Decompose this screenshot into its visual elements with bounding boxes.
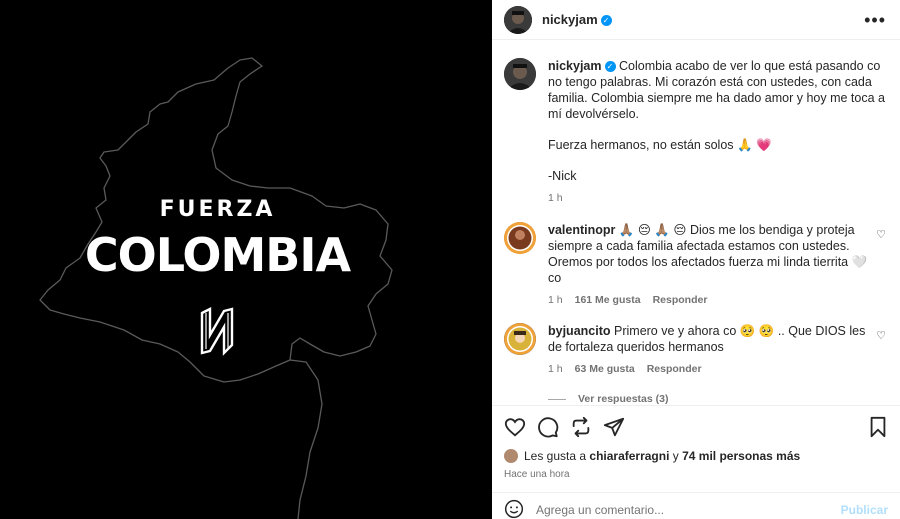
view-replies-label: Ver respuestas (3) xyxy=(578,393,669,404)
comment-like-heart-icon[interactable]: ♡ xyxy=(874,329,888,377)
caption: nickyjam ✓ Colombia acabo de ver lo que e… xyxy=(492,58,900,206)
emoji-icon[interactable] xyxy=(504,499,524,519)
comment-row: valentinopr 🙏🏽 😔 🙏🏽 😔 Dios me los bendig… xyxy=(492,222,900,308)
comments-scroll-area[interactable]: nickyjam ✓ Colombia acabo de ver lo que e… xyxy=(492,41,900,404)
commenter-avatar[interactable] xyxy=(504,222,536,254)
commenter-avatar[interactable] xyxy=(504,323,536,355)
post-header: nickyjam ✓ ••• xyxy=(492,0,900,40)
reply-button[interactable]: Responder xyxy=(647,361,702,377)
caption-author-avatar[interactable] xyxy=(504,58,536,90)
instagram-post-modal: FUERZA COLOMBIA nickyjam ✓ ••• nickyjam … xyxy=(0,0,900,519)
media-title-fuerza: FUERZA xyxy=(159,197,276,222)
repost-icon[interactable] xyxy=(570,416,592,438)
caption-username[interactable]: nickyjam xyxy=(548,59,602,73)
comment-row: byjuancito Primero ve y ahora co 🥺 🥺 .. … xyxy=(492,323,900,377)
verified-badge-icon: ✓ xyxy=(600,15,612,26)
reply-button[interactable]: Responder xyxy=(653,292,708,308)
likes-summary: Les gusta a chiaraferragni y 74 mil pers… xyxy=(504,449,888,463)
comment-likes-count[interactable]: 63 Me gusta xyxy=(575,361,635,377)
avatar-photo-icon xyxy=(504,323,536,355)
comment-time[interactable]: 1 h xyxy=(548,361,563,377)
post-timestamp[interactable]: Hace una hora xyxy=(504,469,570,480)
avatar-photo-icon xyxy=(504,222,536,254)
post-image[interactable]: FUERZA COLOMBIA xyxy=(0,0,492,519)
author-avatar[interactable] xyxy=(504,5,532,34)
post-actions-bar xyxy=(492,405,900,447)
comment-username[interactable]: byjuancito xyxy=(548,324,611,338)
publish-button[interactable]: Publicar xyxy=(841,503,888,519)
nicky-jam-logo-icon xyxy=(200,307,234,356)
likes-count[interactable]: 74 mil personas más xyxy=(682,449,800,463)
comment-composer: Publicar xyxy=(492,492,900,519)
avatar-photo-icon xyxy=(504,5,532,34)
comment-time[interactable]: 1 h xyxy=(548,292,563,308)
comment-meta: 1 h 63 Me gusta Responder xyxy=(548,361,874,377)
caption-time[interactable]: 1 h xyxy=(548,190,563,206)
liker-username[interactable]: chiaraferragni xyxy=(589,449,669,463)
view-replies-button[interactable]: Ver respuestas (3) xyxy=(492,393,900,404)
comment-username[interactable]: valentinopr xyxy=(548,223,615,237)
comment-text-block: valentinopr 🙏🏽 😔 🙏🏽 😔 Dios me los bendig… xyxy=(548,222,874,286)
caption-paragraph-2: Fuerza hermanos, no están solos 🙏 💗 xyxy=(548,138,772,152)
avatar-photo-icon xyxy=(504,58,536,90)
like-heart-icon[interactable] xyxy=(504,416,526,438)
likes-middle: y xyxy=(672,449,679,463)
comment-text-block: byjuancito Primero ve y ahora co 🥺 🥺 .. … xyxy=(548,323,874,355)
comment-likes-count[interactable]: 161 Me gusta xyxy=(575,292,641,308)
caption-meta: 1 h xyxy=(548,190,888,206)
share-paper-plane-icon[interactable] xyxy=(603,416,625,438)
comment-input[interactable] xyxy=(536,501,841,519)
more-options-icon[interactable]: ••• xyxy=(864,11,886,29)
header-username[interactable]: nickyjam ✓ xyxy=(542,12,612,27)
caption-text-block: nickyjam ✓ Colombia acabo de ver lo que e… xyxy=(548,58,888,122)
comment-meta: 1 h 161 Me gusta Responder xyxy=(548,292,874,308)
replies-divider xyxy=(548,398,566,400)
likes-prefix: Les gusta a xyxy=(524,449,587,463)
comment-like-heart-icon[interactable]: ♡ xyxy=(874,228,888,308)
media-title-colombia: COLOMBIA xyxy=(84,228,351,282)
verified-badge-icon: ✓ xyxy=(604,61,616,72)
post-side-panel: nickyjam ✓ ••• nickyjam ✓ Colombia acabo… xyxy=(492,0,900,519)
comment-bubble-icon[interactable] xyxy=(537,416,559,438)
caption-signature: -Nick xyxy=(548,169,577,183)
save-bookmark-icon[interactable] xyxy=(868,416,888,438)
liker-avatar[interactable] xyxy=(504,449,518,463)
